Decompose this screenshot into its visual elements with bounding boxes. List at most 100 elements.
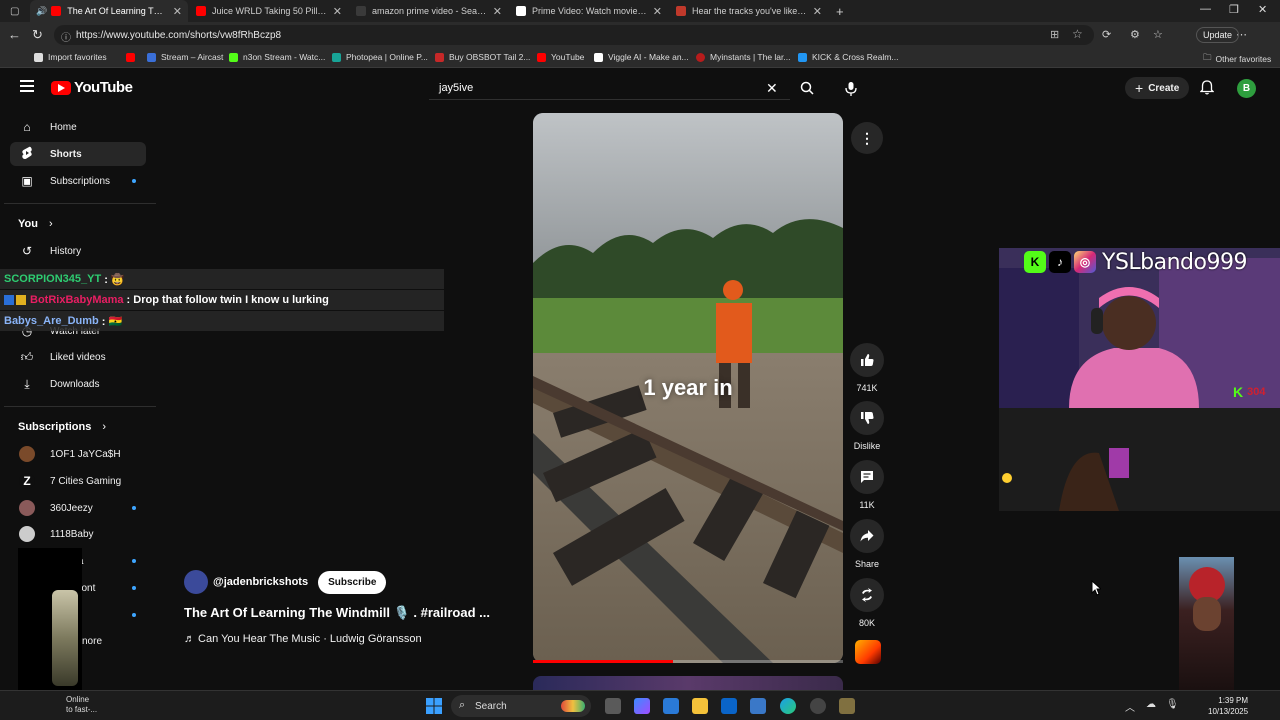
- account-avatar[interactable]: B: [1237, 79, 1256, 98]
- address-bar[interactable]: ⓘ https://www.youtube.com/shorts/vw8fRhB…: [54, 25, 1094, 45]
- video-progress-bar[interactable]: [533, 660, 843, 663]
- download-icon: ⤓: [24, 376, 30, 391]
- app-icon[interactable]: [839, 698, 855, 714]
- notifications-button[interactable]: [1199, 80, 1215, 100]
- close-tab-icon[interactable]: ✕: [653, 5, 662, 18]
- bookmark-import[interactable]: Import favorites: [34, 52, 107, 62]
- sidebar-subscriptions-header[interactable]: Subscriptions ›: [18, 421, 106, 433]
- windows-start-icon[interactable]: [426, 698, 442, 714]
- close-tab-icon[interactable]: ✕: [333, 5, 342, 18]
- sidebar-item-label: Liked videos: [50, 351, 106, 363]
- bookmark-item[interactable]: Viggle AI - Make an...: [594, 52, 689, 62]
- app-available-icon[interactable]: ⊞: [1050, 28, 1059, 41]
- bookmarks-bar: Import favorites Stream – Aircast n3on S…: [0, 48, 1280, 68]
- minimize-icon[interactable]: —: [1200, 3, 1211, 15]
- bookmark-item[interactable]: YouTube: [537, 52, 584, 62]
- tab-3[interactable]: amazon prime video - Search ✕: [350, 0, 508, 22]
- favorites-icon[interactable]: ☆: [1153, 28, 1163, 41]
- taskbar-search[interactable]: ⌕ Search: [451, 695, 591, 717]
- site-info-icon[interactable]: ⓘ: [61, 29, 71, 44]
- share-button[interactable]: Share: [849, 519, 885, 569]
- music-link[interactable]: ♬ Can You Hear The Music · Ludwig Görans…: [184, 633, 422, 645]
- sidebar-subscription[interactable]: Z 7 Cities Gaming: [10, 469, 146, 493]
- bookmark-item[interactable]: Buy OBSBOT Tail 2...: [435, 52, 530, 62]
- close-window-icon[interactable]: ✕: [1258, 3, 1267, 16]
- short-video-player[interactable]: 1 year in: [533, 113, 843, 663]
- task-view-icon[interactable]: [605, 698, 621, 714]
- tab-actions-icon[interactable]: ▢: [4, 0, 28, 22]
- tiktok-icon: ♪: [1049, 251, 1071, 273]
- dislike-button[interactable]: Dislike: [849, 401, 885, 451]
- youtube-logo[interactable]: YouTube: [51, 79, 133, 96]
- remix-button[interactable]: 80K: [849, 578, 885, 628]
- microphone-tray-icon[interactable]: 🎙︎: [1166, 699, 1179, 710]
- store-icon[interactable]: [663, 698, 679, 714]
- microphone-icon: [845, 82, 857, 96]
- other-favorites[interactable]: 🗀 Other favorites: [1203, 52, 1271, 66]
- more-options-button[interactable]: ⋮: [851, 122, 883, 154]
- bookmark-item[interactable]: Myinstants | The lar...: [696, 52, 790, 62]
- like-button[interactable]: 741K: [849, 343, 885, 393]
- bookmark-item[interactable]: Photopea | Online P...: [332, 52, 428, 62]
- close-tab-icon[interactable]: ✕: [813, 5, 822, 18]
- bell-icon: [1199, 80, 1215, 95]
- network-icon[interactable]: ☁: [1146, 699, 1156, 710]
- sidebar-subscription[interactable]: 1OF1 JaYCa$H: [10, 442, 146, 466]
- comments-button[interactable]: 11K: [849, 460, 885, 510]
- tab-title: The Art Of Learning The Wind: [67, 6, 167, 16]
- sidebar-item-home[interactable]: ⌂ Home: [10, 115, 146, 139]
- channel-name[interactable]: @jadenbrickshots: [213, 576, 308, 588]
- channel-avatar[interactable]: [184, 570, 208, 594]
- subscribe-button[interactable]: Subscribe: [318, 570, 387, 594]
- edge-icon[interactable]: [780, 698, 796, 714]
- file-explorer-icon[interactable]: [692, 698, 708, 714]
- extensions-icon[interactable]: ⟳: [1102, 28, 1111, 41]
- channel-name: 360Jeezy: [50, 502, 93, 514]
- chevron-up-icon[interactable]: ︿: [1125, 699, 1135, 714]
- tab-2[interactable]: Juice WRLD Taking 50 Pills Becau ✕: [190, 0, 348, 22]
- short-title[interactable]: The Art Of Learning The Windmill 🎙️ . #r…: [184, 605, 490, 621]
- update-button[interactable]: Update: [1196, 27, 1240, 43]
- maximize-icon[interactable]: ❐: [1229, 3, 1239, 16]
- sidebar-item-liked-videos[interactable]: 👍︎ Liked videos: [10, 345, 146, 369]
- clock-time: 1:39 PM: [1218, 696, 1249, 705]
- sidebar-item-history[interactable]: ↺ History: [10, 239, 146, 263]
- new-content-dot: [132, 179, 136, 183]
- sidebar-you-header[interactable]: You ›: [18, 218, 53, 230]
- taskbar-clock[interactable]: 1:39 PM 10/13/2025: [1208, 695, 1248, 717]
- create-button[interactable]: + Create: [1125, 77, 1190, 99]
- tab-active[interactable]: 🔊 The Art Of Learning The Wind ✕: [30, 0, 188, 22]
- next-short-preview[interactable]: [533, 676, 843, 690]
- back-icon[interactable]: ←: [8, 27, 21, 42]
- new-tab-button[interactable]: +: [830, 0, 850, 22]
- outlook-icon[interactable]: [721, 698, 737, 714]
- sidebar-item-shorts[interactable]: Shorts: [10, 142, 146, 166]
- search-input[interactable]: jay5ive: [429, 76, 790, 100]
- new-content-dot: [132, 506, 136, 510]
- speaker-icon[interactable]: 🔊: [36, 6, 47, 17]
- favorite-star-icon[interactable]: ☆: [1072, 27, 1083, 41]
- tab-4[interactable]: Prime Video: Watch movies, TV sh ✕: [510, 0, 668, 22]
- bookmark-item[interactable]: KICK & Cross Realm...: [798, 52, 898, 62]
- sound-thumbnail[interactable]: [855, 640, 881, 664]
- sidebar-subscription[interactable]: 1118Baby: [10, 522, 146, 546]
- channel-name: 1OF1 JaYCa$H: [50, 448, 121, 460]
- copilot-app-icon[interactable]: [634, 698, 650, 714]
- bookmark-item[interactable]: Stream – Aircast: [126, 52, 223, 62]
- tools-icon[interactable]: ⚙: [1130, 28, 1140, 41]
- search-button[interactable]: [790, 76, 824, 100]
- refresh-icon[interactable]: ↻: [32, 27, 43, 43]
- taskbar-widget[interactable]: Online to fast-...: [66, 695, 97, 715]
- photos-icon[interactable]: [750, 698, 766, 714]
- clear-search-icon[interactable]: ✕: [766, 80, 778, 97]
- sidebar-subscription[interactable]: 360Jeezy: [10, 496, 146, 520]
- obs-icon[interactable]: [810, 698, 826, 714]
- menu-icon[interactable]: [20, 80, 34, 92]
- sidebar-item-downloads[interactable]: ⤓ Downloads: [10, 372, 146, 396]
- sidebar-item-subscriptions[interactable]: ▣ Subscriptions: [10, 169, 146, 193]
- voice-search-button[interactable]: [838, 76, 864, 102]
- close-tab-icon[interactable]: ✕: [173, 5, 182, 18]
- close-tab-icon[interactable]: ✕: [493, 5, 502, 18]
- bookmark-item[interactable]: n3on Stream - Watc...: [229, 52, 325, 62]
- tab-5[interactable]: Hear the tracks you've liked: on S ✕: [670, 0, 828, 22]
